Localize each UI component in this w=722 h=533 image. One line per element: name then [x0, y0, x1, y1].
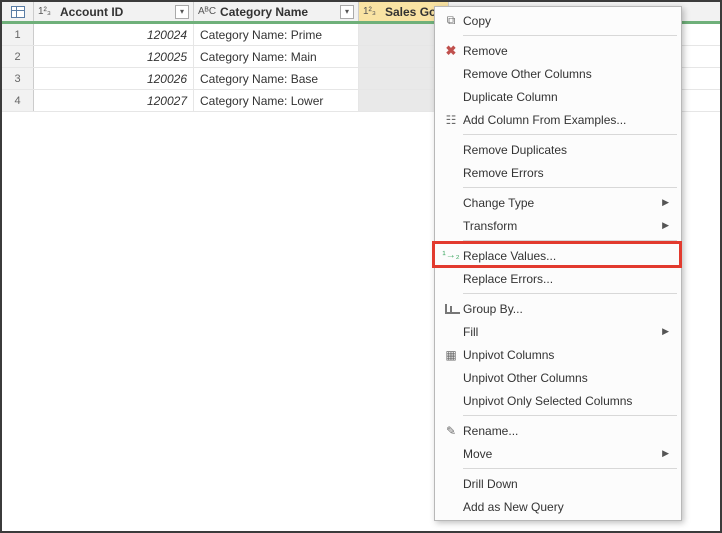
- menu-label: Add Column From Examples...: [463, 113, 669, 127]
- menu-unpivot-columns[interactable]: ▦ Unpivot Columns: [435, 343, 681, 366]
- menu-replace-errors[interactable]: Replace Errors...: [435, 267, 681, 290]
- menu-add-as-new-query[interactable]: Add as New Query: [435, 495, 681, 518]
- column-header-category-name[interactable]: AᴮC Category Name ▾: [194, 2, 359, 21]
- menu-change-type[interactable]: Change Type ▶: [435, 191, 681, 214]
- unpivot-icon: ▦: [439, 348, 463, 362]
- menu-label: Remove Errors: [463, 166, 669, 180]
- cell-category-name[interactable]: Category Name: Prime: [194, 24, 359, 45]
- menu-unpivot-only-selected[interactable]: Unpivot Only Selected Columns: [435, 389, 681, 412]
- menu-label: Remove Duplicates: [463, 143, 669, 157]
- row-number: 4: [2, 90, 34, 111]
- chevron-right-icon: ▶: [662, 326, 669, 337]
- menu-unpivot-other-columns[interactable]: Unpivot Other Columns: [435, 366, 681, 389]
- menu-label: Fill: [463, 325, 662, 339]
- row-number: 3: [2, 68, 34, 89]
- menu-group-by[interactable]: Group By...: [435, 297, 681, 320]
- menu-label: Add as New Query: [463, 500, 669, 514]
- menu-label: Unpivot Other Columns: [463, 371, 669, 385]
- menu-label: Unpivot Columns: [463, 348, 669, 362]
- row-number: 1: [2, 24, 34, 45]
- cell-account-id[interactable]: 120024: [34, 24, 194, 45]
- menu-remove-duplicates[interactable]: Remove Duplicates: [435, 138, 681, 161]
- menu-label: Change Type: [463, 196, 662, 210]
- menu-remove[interactable]: ✖ Remove: [435, 39, 681, 62]
- chevron-right-icon: ▶: [662, 448, 669, 459]
- menu-label: Remove: [463, 44, 669, 58]
- menu-rename[interactable]: ✎ Rename...: [435, 419, 681, 442]
- cell-category-name[interactable]: Category Name: Base: [194, 68, 359, 89]
- menu-label: Remove Other Columns: [463, 67, 669, 81]
- column-context-menu: ⧉ Copy ✖ Remove Remove Other Columns Dup…: [434, 6, 682, 521]
- text-type-icon: AᴮC: [198, 6, 216, 17]
- column-filter-dropdown[interactable]: ▾: [175, 5, 189, 19]
- copy-icon: ⧉: [439, 13, 463, 28]
- menu-label: Move: [463, 447, 662, 461]
- chevron-right-icon: ▶: [662, 197, 669, 208]
- menu-replace-values[interactable]: ¹→₂ Replace Values...: [435, 244, 681, 267]
- menu-copy[interactable]: ⧉ Copy: [435, 9, 681, 32]
- menu-separator: [463, 415, 677, 416]
- column-filter-dropdown[interactable]: ▾: [340, 5, 354, 19]
- cell-account-id[interactable]: 120026: [34, 68, 194, 89]
- menu-label: Copy: [463, 14, 669, 28]
- column-header-account-id[interactable]: 1²₃ Account ID ▾: [34, 2, 194, 21]
- menu-label: Replace Errors...: [463, 272, 669, 286]
- table-corner-button[interactable]: [2, 2, 34, 21]
- menu-label: Duplicate Column: [463, 90, 669, 104]
- menu-remove-errors[interactable]: Remove Errors: [435, 161, 681, 184]
- column-label: Category Name: [220, 5, 336, 19]
- menu-separator: [463, 134, 677, 135]
- menu-label: Unpivot Only Selected Columns: [463, 394, 669, 408]
- table-icon: [11, 6, 25, 18]
- number-type-icon: 1²₃: [38, 6, 56, 17]
- menu-transform[interactable]: Transform ▶: [435, 214, 681, 237]
- menu-remove-other-columns[interactable]: Remove Other Columns: [435, 62, 681, 85]
- menu-label: Transform: [463, 219, 662, 233]
- menu-label: Drill Down: [463, 477, 669, 491]
- cell-category-name[interactable]: Category Name: Main: [194, 46, 359, 67]
- menu-separator: [463, 240, 677, 241]
- menu-move[interactable]: Move ▶: [435, 442, 681, 465]
- menu-drill-down[interactable]: Drill Down: [435, 472, 681, 495]
- menu-separator: [463, 187, 677, 188]
- column-label: Account ID: [60, 5, 171, 19]
- group-by-icon: [439, 304, 463, 314]
- cell-category-name[interactable]: Category Name: Lower: [194, 90, 359, 111]
- add-column-icon: ☷: [439, 113, 463, 127]
- chevron-right-icon: ▶: [662, 220, 669, 231]
- replace-values-icon: ¹→₂: [439, 250, 463, 261]
- menu-label: Group By...: [463, 302, 669, 316]
- cell-account-id[interactable]: 120027: [34, 90, 194, 111]
- menu-separator: [463, 293, 677, 294]
- number-type-icon: 1²₃: [363, 6, 381, 17]
- cell-account-id[interactable]: 120025: [34, 46, 194, 67]
- menu-separator: [463, 468, 677, 469]
- rename-icon: ✎: [439, 424, 463, 438]
- row-number: 2: [2, 46, 34, 67]
- menu-label: Rename...: [463, 424, 669, 438]
- menu-separator: [463, 35, 677, 36]
- menu-label: Replace Values...: [463, 249, 669, 263]
- menu-add-column-from-examples[interactable]: ☷ Add Column From Examples...: [435, 108, 681, 131]
- menu-fill[interactable]: Fill ▶: [435, 320, 681, 343]
- menu-duplicate-column[interactable]: Duplicate Column: [435, 85, 681, 108]
- remove-icon: ✖: [439, 43, 463, 59]
